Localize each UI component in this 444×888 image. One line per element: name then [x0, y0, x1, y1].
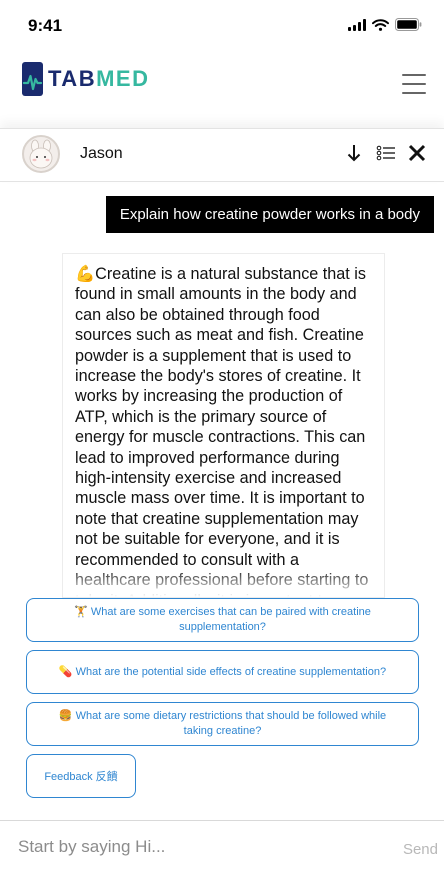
hamburger-menu-icon[interactable]: [402, 74, 426, 94]
suggestion-button-1[interactable]: 🏋️ What are some exercises that can be p…: [26, 598, 419, 642]
weightlifter-emoji: 🏋️: [74, 606, 88, 618]
user-message-bubble: Explain how creatine powder works in a b…: [105, 196, 434, 233]
bot-message-bubble: 💪Creatine is a natural substance that is…: [62, 253, 385, 598]
signal-icon: [348, 18, 366, 31]
status-bar: 9:41: [0, 0, 444, 50]
status-icons: [348, 18, 422, 31]
download-icon[interactable]: [342, 141, 366, 165]
chat-user-name: Jason: [80, 145, 123, 162]
suggestion-button-3[interactable]: 🍔 What are some dietary restrictions tha…: [26, 702, 419, 746]
status-time: 9:41: [28, 16, 63, 35]
close-icon[interactable]: [405, 141, 429, 165]
app-header: TABMED: [0, 50, 444, 128]
pill-emoji: 💊: [58, 665, 73, 678]
chat-input[interactable]: [18, 835, 368, 859]
tabmed-logo[interactable]: TABMED: [22, 62, 149, 96]
bot-message-text: 💪Creatine is a natural substance that is…: [75, 265, 368, 597]
logo-text: TABMED: [48, 66, 150, 91]
send-button[interactable]: Send: [403, 841, 438, 858]
avatar[interactable]: [22, 135, 60, 173]
logo-icon: [22, 62, 43, 96]
chat-input-bar: Send: [0, 820, 444, 888]
feedback-button[interactable]: Feedback 反饋: [26, 754, 136, 798]
wifi-icon: [372, 18, 389, 31]
burger-emoji: 🍔: [58, 710, 73, 722]
list-icon[interactable]: [374, 141, 398, 165]
battery-icon: [395, 18, 422, 31]
chat-header: Jason: [0, 128, 444, 182]
bot-message-fade: [63, 567, 384, 597]
flexed-biceps-emoji: 💪: [75, 265, 96, 283]
suggestion-button-2[interactable]: 💊 What are the potential side effects of…: [26, 650, 419, 694]
